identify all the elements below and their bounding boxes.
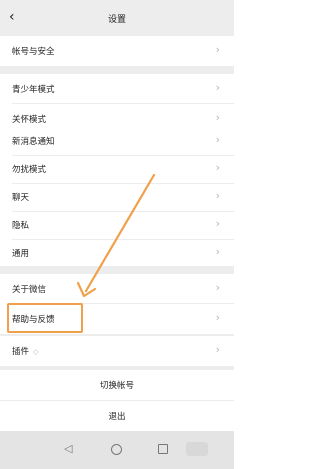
back-triangle-icon[interactable]: ◁ [64,442,72,455]
logout-button[interactable]: 退出 [0,401,234,431]
settings-item-new-message-notification[interactable]: 新消息通知 › [0,126,234,156]
group-about: 关于微信 › 帮助与反馈 › [0,274,234,334]
settings-item-label: 插件 ◇ [12,345,38,357]
chevron-right-icon: › [215,111,220,124]
logout-label: 退出 [108,412,126,422]
recents-square-icon[interactable] [158,444,168,454]
settings-item-account-security[interactable]: 帐号与安全 › [0,36,234,66]
home-circle-icon[interactable] [111,444,122,455]
settings-item-label: 聊天 [12,193,30,203]
settings-item-label: 青少年模式 [12,85,55,95]
settings-item-label: 勿扰模式 [12,165,47,175]
chevron-right-icon: › [215,311,220,324]
settings-item-about-wechat[interactable]: 关于微信 › [0,274,234,304]
settings-item-label: 隐私 [12,221,30,231]
chevron-right-icon: › [215,81,220,94]
settings-item-chat[interactable]: 聊天 › [0,182,234,212]
settings-item-plugins[interactable]: 插件 ◇ › [0,336,234,366]
settings-item-privacy[interactable]: 隐私 › [0,210,234,240]
settings-item-do-not-disturb[interactable]: 勿扰模式 › [0,154,234,184]
settings-item-label: 新消息通知 [12,137,55,147]
plugin-badge-icon: ◇ [33,348,39,356]
chevron-right-icon: › [215,281,220,294]
system-navigation-bar: ◁ [0,431,234,469]
settings-item-label: 帮助与反馈 [12,315,55,325]
group-general: 新消息通知 › 勿扰模式 › 聊天 › 隐私 › 通用 › [0,124,234,266]
switch-account-button[interactable]: 切换帐号 [0,370,234,400]
settings-item-help-feedback[interactable]: 帮助与反馈 › [0,304,234,334]
header: ‹ 设置 [0,0,234,36]
chevron-right-icon: › [215,161,220,174]
chevron-right-icon: › [215,189,220,202]
chevron-right-icon: › [215,43,220,56]
chevron-right-icon: › [215,217,220,230]
switch-account-label: 切换帐号 [99,381,134,391]
plugins-label: 插件 [12,347,30,357]
group-account: 帐号与安全 › [0,36,234,66]
settings-screen: ‹ 设置 帐号与安全 › 青少年模式 › 关怀模式 › 新消息通知 › 勿扰模式… [0,0,234,469]
settings-item-teen-mode[interactable]: 青少年模式 › [0,74,234,104]
chevron-right-icon: › [215,133,220,146]
settings-item-label: 通用 [12,249,30,259]
chevron-right-icon: › [215,245,220,258]
navbar-extra-button[interactable] [186,442,208,456]
settings-item-general[interactable]: 通用 › [0,238,234,268]
settings-item-label: 关于微信 [12,285,47,295]
page-title: 设置 [107,15,126,25]
chevron-right-icon: › [215,343,220,356]
settings-item-label: 帐号与安全 [12,47,55,57]
group-plugins: 插件 ◇ › [0,336,234,366]
